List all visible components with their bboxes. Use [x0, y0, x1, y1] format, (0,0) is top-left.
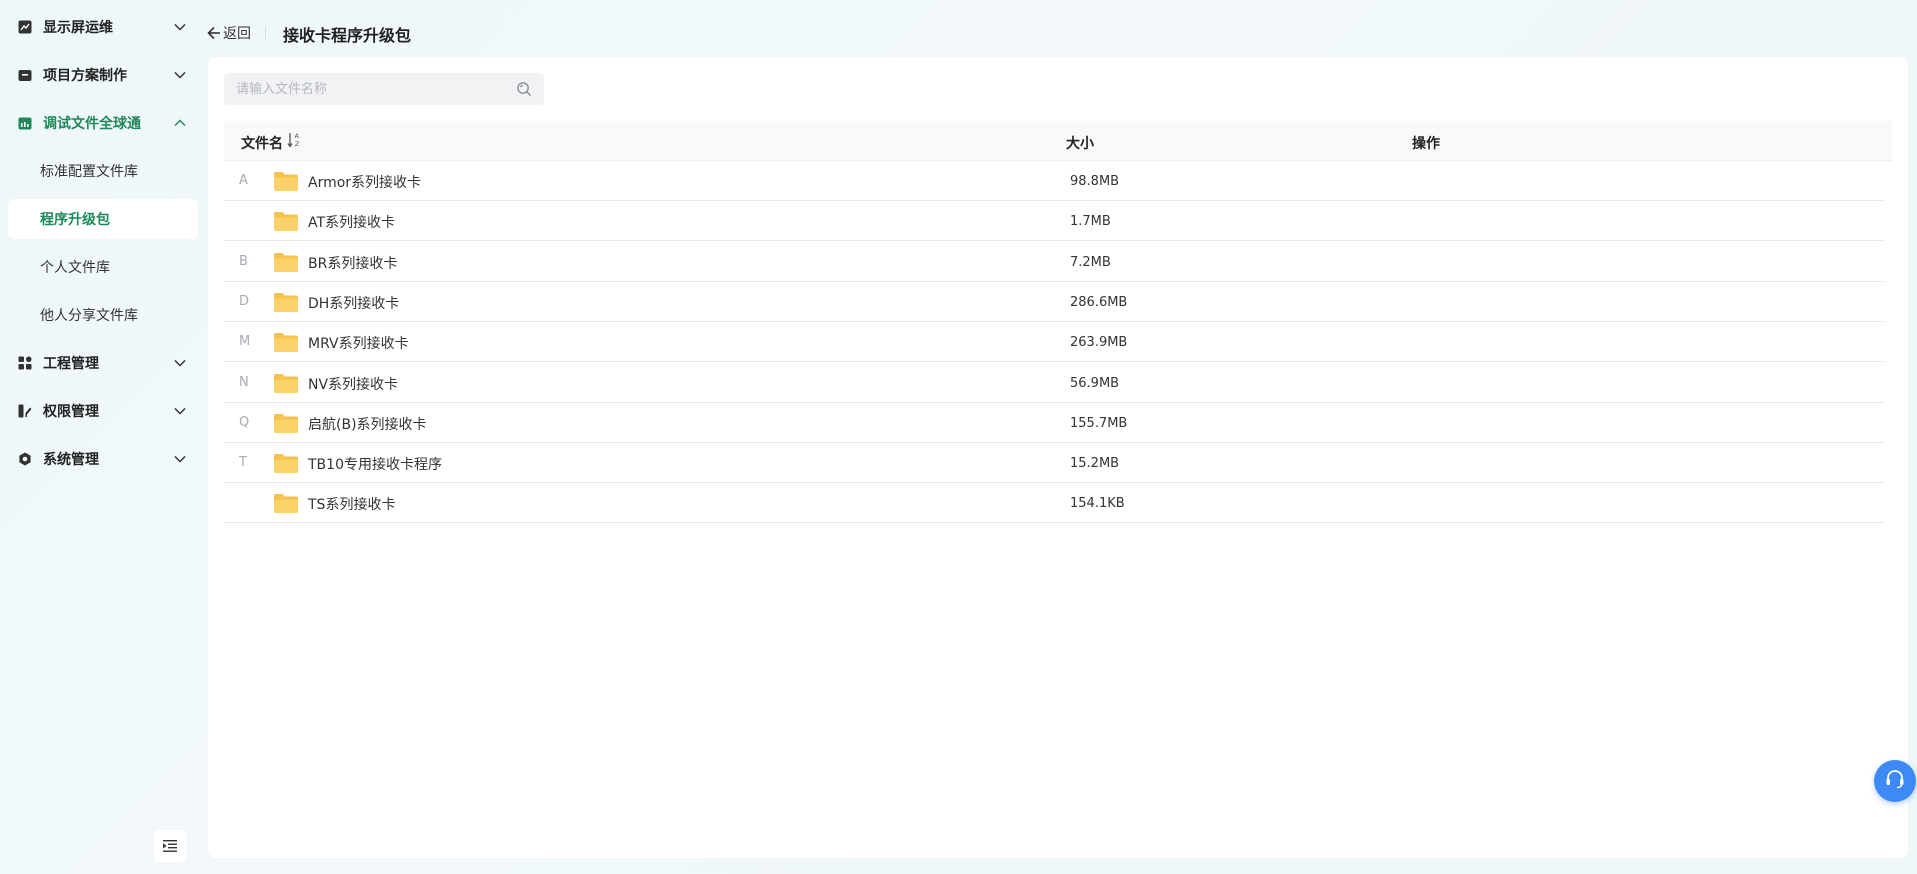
table-row[interactable]: B BR系列接收卡 7.2MB: [224, 242, 1884, 282]
svg-text:Z: Z: [295, 140, 300, 148]
column-header-actions: 操作: [1412, 136, 1440, 152]
menu-group-label: 显示屏运维: [43, 20, 113, 36]
menu-group-system-mgmt[interactable]: 系统管理: [0, 439, 206, 479]
menu-group-display-ops[interactable]: 显示屏运维: [0, 7, 206, 47]
menu-group-debug-files[interactable]: 调试文件全球通: [0, 103, 206, 143]
header-divider: [265, 26, 266, 40]
folder-icon: [274, 494, 298, 514]
folder-icon: [274, 333, 298, 353]
search-icon[interactable]: [516, 81, 532, 97]
table-header: 文件名 AZ 大小 操作: [224, 121, 1892, 161]
arrow-left-icon: [207, 26, 220, 40]
sidebar-item-label: 程序升级包: [40, 212, 110, 228]
index-letter: M: [239, 334, 251, 350]
chevron-down-icon: [172, 355, 188, 371]
indent-icon: [163, 837, 177, 856]
index-letter: A: [239, 173, 248, 188]
table-row[interactable]: M MRV系列接收卡 263.9MB: [224, 322, 1884, 363]
table-row[interactable]: Q 启航(B)系列接收卡 155.7MB: [224, 403, 1884, 443]
grid-icon: [18, 356, 32, 370]
table-row[interactable]: AT系列接收卡 1.7MB: [224, 201, 1884, 242]
sidebar-item-personal-files[interactable]: 个人文件库: [8, 247, 198, 287]
svg-text:A: A: [295, 132, 300, 140]
file-size: 286.6MB: [1070, 294, 1128, 310]
page-title: 接收卡程序升级包: [283, 26, 412, 45]
index-letter: D: [239, 293, 250, 309]
folder-icon: [274, 413, 298, 433]
file-name[interactable]: BR系列接收卡: [308, 253, 397, 273]
settings-icon: [18, 452, 32, 466]
calendar-icon: [18, 116, 32, 130]
chart-icon: [18, 20, 32, 34]
file-name[interactable]: MRV系列接收卡: [308, 333, 409, 353]
menu-group-label: 项目方案制作: [43, 68, 127, 84]
column-header-size: 大小: [1066, 136, 1094, 152]
back-button[interactable]: 返回: [207, 22, 251, 44]
file-size: 98.8MB: [1070, 174, 1120, 189]
sidebar: 显示屏运维 项目方案制作 调试文件全球通 标准配置文件库 程序升级包 个人文件库…: [0, 0, 206, 874]
file-size: 263.9MB: [1070, 335, 1128, 351]
search-box: [224, 73, 544, 105]
folder-icon: [274, 454, 298, 474]
file-name[interactable]: TB10专用接收卡程序: [308, 454, 442, 474]
sidebar-item-label: 个人文件库: [40, 260, 110, 276]
column-header-name: 文件名: [241, 136, 283, 152]
chevron-up-icon: [172, 115, 188, 131]
menu-group-project-plan[interactable]: 项目方案制作: [0, 55, 206, 95]
sort-alpha-icon[interactable]: AZ: [287, 131, 301, 149]
chevron-down-icon: [172, 451, 188, 467]
file-size: 7.2MB: [1070, 254, 1111, 270]
folder-icon: [274, 212, 298, 232]
headset-icon: [1884, 768, 1906, 794]
file-size: 1.7MB: [1070, 214, 1111, 230]
folder-icon: [274, 373, 298, 393]
menu-group-project-mgmt[interactable]: 工程管理: [0, 343, 206, 383]
file-name[interactable]: DH系列接收卡: [308, 293, 399, 313]
file-name[interactable]: Armor系列接收卡: [308, 172, 421, 192]
sidebar-item-standard-config[interactable]: 标准配置文件库: [8, 151, 198, 191]
file-size: 154.1KB: [1070, 496, 1125, 512]
table-row[interactable]: TS系列接收卡 154.1KB: [224, 483, 1884, 524]
key-icon: [18, 404, 32, 418]
sidebar-item-label: 标准配置文件库: [40, 164, 138, 180]
table-row[interactable]: N NV系列接收卡 56.9MB: [224, 363, 1884, 403]
table-row[interactable]: T TB10专用接收卡程序 15.2MB: [224, 443, 1884, 484]
folder-icon: [274, 172, 298, 191]
index-letter: B: [239, 253, 248, 269]
customer-service-button[interactable]: [1874, 760, 1916, 802]
file-name[interactable]: 启航(B)系列接收卡: [308, 414, 427, 434]
menu-group-label: 系统管理: [43, 452, 99, 468]
sidebar-item-upgrade-packages[interactable]: 程序升级包: [8, 199, 198, 239]
menu-group-label: 工程管理: [43, 356, 99, 372]
chevron-down-icon: [172, 403, 188, 419]
file-name[interactable]: AT系列接收卡: [308, 212, 395, 232]
folder-icon: [274, 252, 298, 272]
briefcase-icon: [18, 68, 32, 82]
search-input[interactable]: [236, 74, 516, 104]
menu-group-label: 权限管理: [43, 404, 99, 420]
menu-group-label: 调试文件全球通: [43, 116, 141, 132]
table-row[interactable]: A Armor系列接收卡 98.8MB: [224, 161, 1884, 201]
file-size: 56.9MB: [1070, 375, 1120, 391]
file-name[interactable]: TS系列接收卡: [308, 494, 395, 514]
table-row[interactable]: D DH系列接收卡 286.6MB: [224, 282, 1884, 322]
chevron-down-icon: [172, 19, 188, 35]
index-letter: Q: [239, 414, 250, 430]
index-letter: N: [239, 374, 249, 390]
main-panel: 文件名 AZ 大小 操作 AArmor系列接收卡98.8MBAT系列接收卡1.7…: [208, 57, 1908, 858]
index-letter: T: [239, 455, 247, 471]
file-size: 155.7MB: [1070, 415, 1128, 431]
menu-group-permission-mgmt[interactable]: 权限管理: [0, 391, 206, 431]
collapse-sidebar-button[interactable]: [154, 830, 186, 862]
back-label: 返回: [223, 26, 251, 42]
sidebar-item-shared-files[interactable]: 他人分享文件库: [8, 295, 198, 335]
file-name[interactable]: NV系列接收卡: [308, 374, 398, 394]
file-size: 15.2MB: [1070, 456, 1120, 472]
folder-icon: [274, 292, 298, 312]
sidebar-item-label: 他人分享文件库: [40, 308, 138, 324]
chevron-down-icon: [172, 67, 188, 83]
